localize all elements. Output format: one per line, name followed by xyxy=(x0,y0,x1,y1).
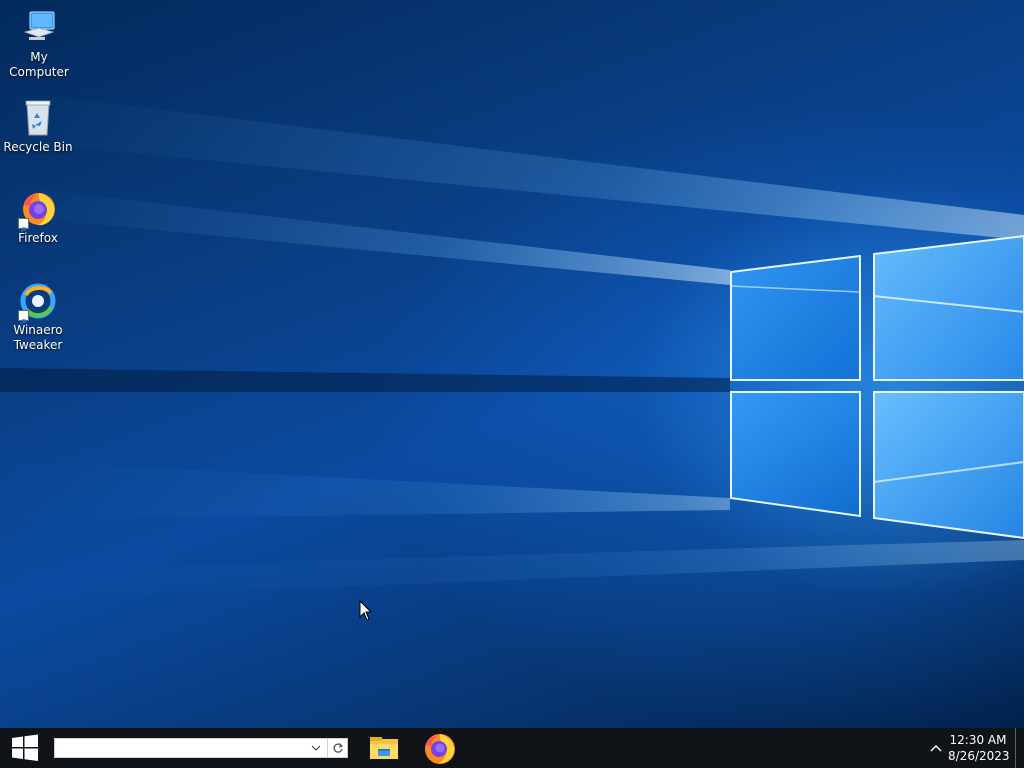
desktop-icon-my-computer[interactable]: My Computer xyxy=(1,8,77,80)
taskbar-app-file-explorer[interactable] xyxy=(360,728,408,768)
desktop-icon-label: My Computer xyxy=(9,50,69,79)
taskbar-clock[interactable]: 12:30 AM 8/26/2023 xyxy=(948,732,1010,764)
taskbar: 12:30 AM 8/26/2023 xyxy=(0,728,1024,768)
desktop-icon-recycle-bin[interactable]: Recycle Bin xyxy=(0,98,76,155)
desktop-icon-firefox[interactable]: Firefox xyxy=(0,189,76,246)
recycle-bin-icon xyxy=(18,98,58,138)
chevron-down-icon[interactable] xyxy=(307,739,325,757)
firefox-icon xyxy=(425,734,455,764)
clock-date: 8/26/2023 xyxy=(948,749,1010,763)
chevron-up-icon xyxy=(930,745,942,752)
file-explorer-icon xyxy=(370,737,398,759)
start-button[interactable] xyxy=(0,728,50,768)
mouse-cursor-icon xyxy=(359,600,373,621)
shortcut-arrow-icon xyxy=(18,310,29,325)
desktop-icon-winaero-tweaker[interactable]: Winaero Tweaker xyxy=(0,281,76,353)
computer-icon xyxy=(19,8,59,48)
refresh-icon[interactable] xyxy=(327,739,348,757)
show-desktop-button[interactable] xyxy=(1015,728,1024,768)
shortcut-arrow-icon xyxy=(18,218,29,233)
desktop-icon-label: Firefox xyxy=(18,231,58,245)
show-hidden-icons-button[interactable] xyxy=(924,736,948,760)
desktop-icon-label: Winaero Tweaker xyxy=(13,323,63,352)
wallpaper xyxy=(0,90,1024,600)
clock-time: 12:30 AM xyxy=(949,733,1007,747)
taskbar-search-box[interactable] xyxy=(54,738,348,758)
windows-logo-icon xyxy=(12,734,38,761)
search-input[interactable] xyxy=(57,740,307,756)
desktop[interactable]: My Computer Recycle Bin Firefox Winaero … xyxy=(0,0,1024,728)
winaero-tweaker-icon xyxy=(18,281,58,325)
taskbar-app-firefox[interactable] xyxy=(416,728,464,768)
desktop-icon-label: Recycle Bin xyxy=(3,140,73,154)
firefox-icon xyxy=(18,189,58,233)
